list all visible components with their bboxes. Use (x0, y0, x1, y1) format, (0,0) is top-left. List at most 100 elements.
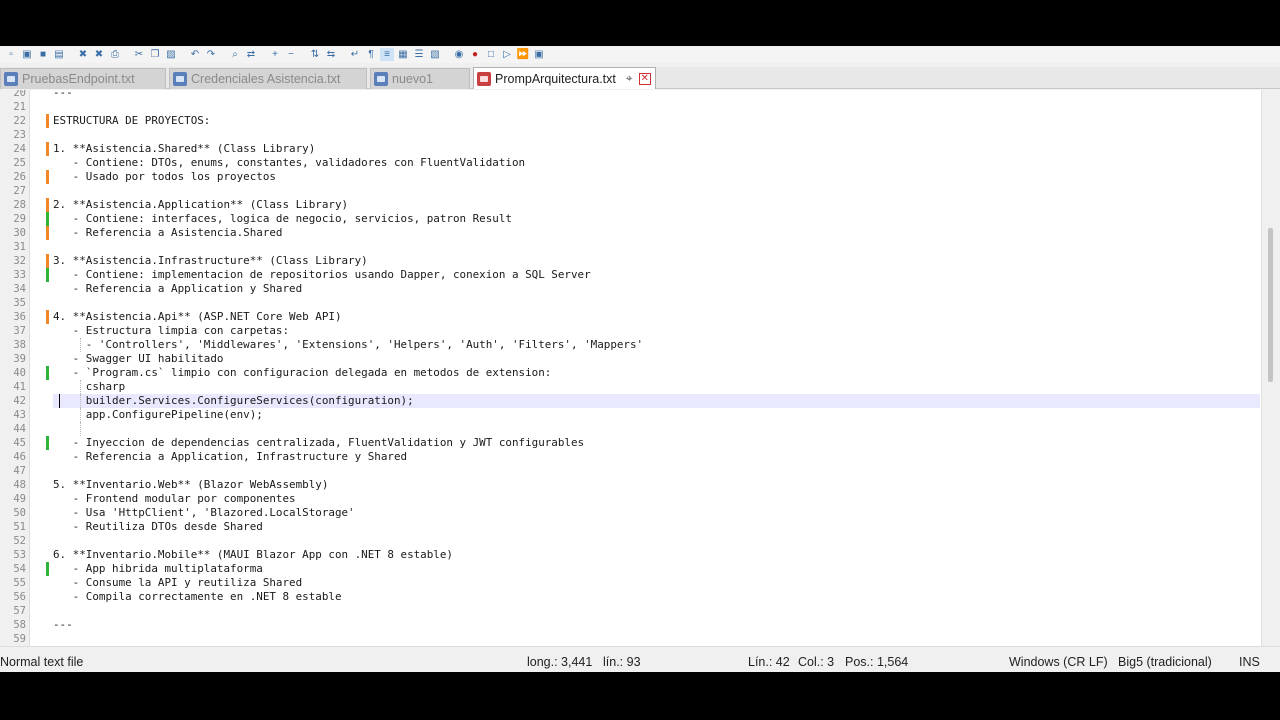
line-number: 57 (13, 605, 26, 617)
indent-guide (80, 422, 81, 436)
save-icon[interactable]: ■ (36, 48, 50, 61)
code-line[interactable]: 5. **Inventario.Web** (Blazor WebAssembl… (53, 478, 1260, 492)
code-line[interactable] (53, 632, 1260, 646)
show-all-chars-icon[interactable]: ¶ (364, 48, 378, 61)
code-line[interactable]: 3. **Asistencia.Infrastructure** (Class … (53, 254, 1260, 268)
line-number: 41 (13, 381, 26, 393)
code-line[interactable] (53, 100, 1260, 114)
paste-icon[interactable]: ▨ (164, 48, 178, 61)
undo-icon[interactable]: ↶ (188, 48, 202, 61)
code-line[interactable] (53, 240, 1260, 254)
save-all-icon[interactable]: ▤ (52, 48, 66, 61)
line-number: 51 (13, 521, 26, 533)
code-line[interactable]: - Estructura limpia con carpetas: (53, 324, 1260, 338)
save-macro-icon[interactable]: ▣ (532, 48, 546, 61)
pin-icon[interactable]: ⌖ (626, 71, 633, 86)
play-macro-icon[interactable]: ▷ (500, 48, 514, 61)
code-line[interactable]: 4. **Asistencia.Api** (ASP.NET Core Web … (53, 310, 1260, 324)
redo-icon[interactable]: ↷ (204, 48, 218, 61)
toolbar-separator (68, 48, 74, 61)
code-line[interactable]: csharp (53, 380, 1260, 394)
code-line[interactable]: - Consume la API y reutiliza Shared (53, 576, 1260, 590)
cut-icon[interactable]: ✂ (132, 48, 146, 61)
tab-promp-arquitectura[interactable]: PrompArquitectura.txt ⌖ ✕ (473, 67, 656, 89)
vertical-scrollbar[interactable] (1261, 90, 1280, 646)
replace-icon[interactable]: ⇄ (244, 48, 258, 61)
code-line[interactable] (53, 296, 1260, 310)
code-line[interactable]: 6. **Inventario.Mobile** (MAUI Blazor Ap… (53, 548, 1260, 562)
code-line[interactable]: - Referencia a Application, Infrastructu… (53, 450, 1260, 464)
new-file-icon[interactable]: ▫ (4, 48, 18, 61)
code-line[interactable]: - Usado por todos los proyectos (53, 170, 1260, 184)
word-wrap-icon[interactable]: ↵ (348, 48, 362, 61)
code-line[interactable]: - Compila correctamente en .NET 8 establ… (53, 590, 1260, 604)
stop-record-icon[interactable]: □ (484, 48, 498, 61)
scrollbar-thumb[interactable] (1268, 228, 1273, 382)
code-line[interactable]: - App hibrida multiplataforma (53, 562, 1260, 576)
change-history-marker (46, 212, 49, 226)
close-all-icon[interactable]: ✖ (92, 48, 106, 61)
code-line[interactable]: - Inyeccion de dependencias centralizada… (53, 436, 1260, 450)
toolbar-separator (180, 48, 186, 61)
status-position: Pos.: 1,564 (845, 655, 909, 669)
code-line[interactable]: - Contiene: implementacion de repositori… (53, 268, 1260, 282)
close-icon[interactable]: ✖ (76, 48, 90, 61)
print-icon[interactable]: ⎙ (108, 48, 122, 61)
sync-horizontal-icon[interactable]: ⇆ (324, 48, 338, 61)
record-macro-icon[interactable]: ● (468, 48, 482, 61)
code-line[interactable]: - Swagger UI habilitado (53, 352, 1260, 366)
code-line[interactable]: - Reutiliza DTOs desde Shared (53, 520, 1260, 534)
code-line[interactable]: - Contiene: DTOs, enums, constantes, val… (53, 156, 1260, 170)
zoom-in-icon[interactable]: + (268, 48, 282, 61)
code-line[interactable]: - Usa 'HttpClient', 'Blazored.LocalStora… (53, 506, 1260, 520)
folder-workspace-icon[interactable]: ▧ (428, 48, 442, 61)
function-list-icon[interactable]: ☰ (412, 48, 426, 61)
code-line[interactable]: - 'Controllers', 'Middlewares', 'Extensi… (53, 338, 1260, 352)
code-line[interactable]: ESTRUCTURA DE PROYECTOS: (53, 114, 1260, 128)
code-line[interactable]: - `Program.cs` limpio con configuracion … (53, 366, 1260, 380)
run-macro-multiple-icon[interactable]: ⏩ (516, 48, 530, 61)
code-line[interactable]: --- (53, 618, 1260, 632)
status-encoding[interactable]: Big5 (tradicional) (1118, 655, 1212, 669)
line-number: 50 (13, 507, 26, 519)
code-line[interactable]: --- (53, 90, 1260, 100)
monitoring-icon[interactable]: ◉ (452, 48, 466, 61)
line-number: 42 (13, 395, 26, 407)
copy-icon[interactable]: ❐ (148, 48, 162, 61)
sync-vertical-icon[interactable]: ⇅ (308, 48, 322, 61)
status-eol[interactable]: Windows (CR LF) (1009, 655, 1108, 669)
find-icon[interactable]: ⌕ (228, 48, 242, 61)
code-line[interactable] (53, 184, 1260, 198)
code-line[interactable] (53, 422, 1260, 436)
code-line[interactable]: - Referencia a Asistencia.Shared (53, 226, 1260, 240)
code-line[interactable] (53, 534, 1260, 548)
line-number: 27 (13, 185, 26, 197)
text-area[interactable]: --- ESTRUCTURA DE PROYECTOS: 1. **Asistenc… (53, 90, 1260, 646)
close-tab-icon[interactable]: ✕ (638, 72, 651, 85)
tab-credenciales-asistencia[interactable]: Credenciales Asistencia.txt (169, 68, 367, 89)
toolbar-separator (300, 48, 306, 61)
code-line[interactable]: 2. **Asistencia.Application** (Class Lib… (53, 198, 1260, 212)
zoom-out-icon[interactable]: − (284, 48, 298, 61)
status-insert-mode[interactable]: INS (1239, 655, 1260, 669)
editor-area[interactable]: 20 21 22 23 24 25 26 27 28 29 30 31 32 33 34 35 36 37 38 39… (0, 90, 1280, 646)
change-history-marker (46, 436, 49, 450)
code-line[interactable]: 1. **Asistencia.Shared** (Class Library) (53, 142, 1260, 156)
code-line[interactable]: - Referencia a Application y Shared (53, 282, 1260, 296)
open-file-icon[interactable]: ▣ (20, 48, 34, 61)
code-line[interactable] (53, 128, 1260, 142)
indent-guide-icon[interactable]: ≡ (380, 48, 394, 61)
line-number: 49 (13, 493, 26, 505)
code-line[interactable] (53, 464, 1260, 478)
code-line[interactable]: - Frontend modular por componentes (53, 492, 1260, 506)
line-number: 28 (13, 199, 26, 211)
doc-map-icon[interactable]: ▦ (396, 48, 410, 61)
code-line[interactable]: builder.Services.ConfigureServices(confi… (53, 394, 1260, 408)
tab-pruebas-endpoint[interactable]: PruebasEndpoint.txt (0, 68, 166, 89)
code-line[interactable]: - Contiene: interfaces, logica de negoci… (53, 212, 1260, 226)
code-line[interactable] (53, 604, 1260, 618)
code-line[interactable]: app.ConfigurePipeline(env); (53, 408, 1260, 422)
line-number: 33 (13, 269, 26, 281)
tab-nuevo1[interactable]: nuevo1 (370, 68, 470, 89)
file-modified-icon (477, 71, 491, 86)
